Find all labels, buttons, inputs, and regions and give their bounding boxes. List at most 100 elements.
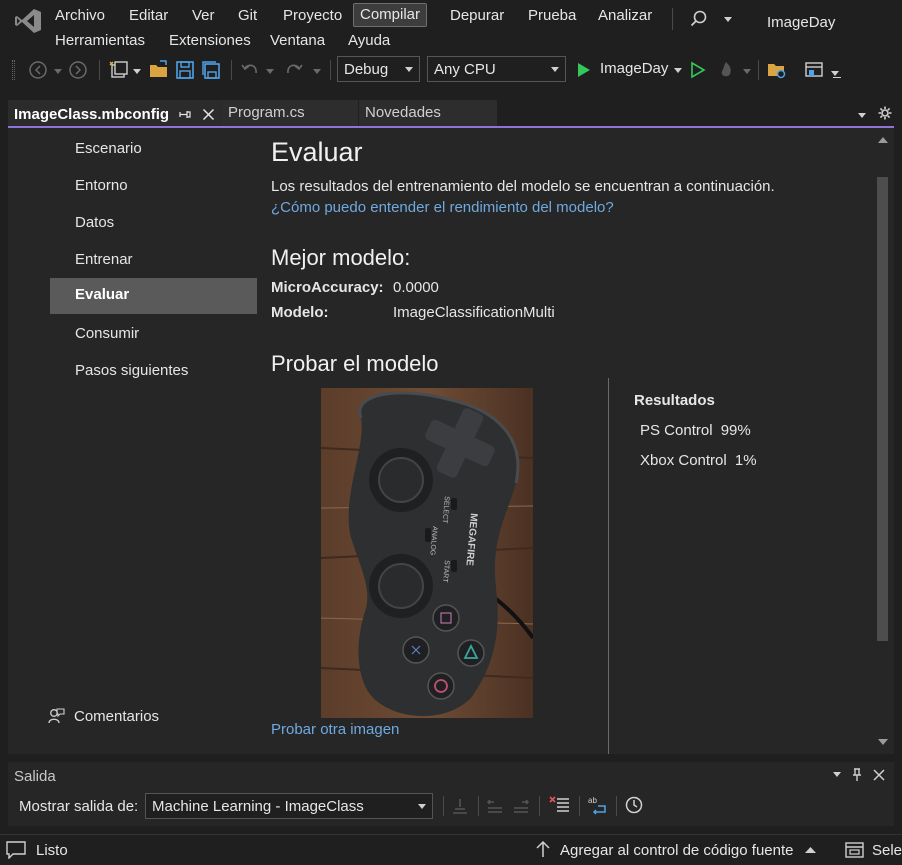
select-repository-button[interactable]: Selec [872, 842, 902, 859]
output-source-value: Machine Learning - ImageClass [152, 797, 364, 815]
tab-label: ImageClass.mbconfig [14, 106, 170, 123]
help-link[interactable]: ¿Cómo puedo entender el rendimiento del … [271, 199, 614, 216]
toolbar-separator [99, 60, 100, 80]
run-start-icon[interactable] [572, 59, 594, 81]
menu-editar[interactable]: Editar [123, 5, 174, 26]
menu-separator [672, 8, 673, 30]
start-without-debugging-icon[interactable] [686, 59, 708, 81]
menu-archivo[interactable]: Archivo [49, 5, 111, 26]
result-item: Xbox Control 1% [640, 452, 757, 469]
pin-icon[interactable] [178, 108, 191, 121]
clock-icon[interactable] [624, 795, 644, 815]
menu-bar: Archivo Editar Ver Git Proyecto Compilar… [0, 0, 902, 54]
output-source-dropdown[interactable]: Machine Learning - ImageClass [145, 793, 433, 819]
scrollbar-thumb[interactable] [877, 177, 888, 641]
new-project-icon[interactable] [107, 59, 129, 81]
search-icon[interactable] [690, 10, 708, 28]
navigate-forward-icon[interactable] [67, 59, 89, 81]
nav-item-escenario[interactable]: Escenario [50, 132, 257, 168]
redo-icon[interactable] [283, 59, 305, 81]
nav-item-consumir[interactable]: Consumir [50, 317, 257, 353]
menu-analizar[interactable]: Analizar [592, 5, 658, 26]
save-all-icon[interactable] [200, 59, 222, 81]
toolbar-separator [478, 796, 479, 816]
menu-prueba[interactable]: Prueba [522, 5, 582, 26]
panel-options-icon[interactable] [833, 772, 841, 777]
new-project-dropdown-icon[interactable] [133, 69, 141, 74]
evaluation-description: Los resultados del entrenamiento del mod… [271, 178, 775, 195]
platform-dropdown[interactable]: Any CPU [427, 56, 566, 82]
word-wrap-icon[interactable]: ab [586, 794, 608, 816]
toolbar-separator [539, 796, 540, 816]
add-to-source-control-button[interactable]: Agregar al control de código fuente [560, 842, 794, 859]
next-message-icon[interactable] [511, 796, 531, 816]
menu-git[interactable]: Git [232, 5, 263, 26]
toolbar-separator [616, 796, 617, 816]
tab-novedades[interactable]: Novedades [359, 100, 497, 126]
toolbar-overflow-icon[interactable] [831, 71, 839, 76]
configuration-value: Debug [344, 60, 389, 78]
model-label: Modelo: [271, 304, 329, 321]
menu-depurar[interactable]: Depurar [444, 5, 510, 26]
scroll-down-icon[interactable] [878, 738, 888, 746]
metric-label: MicroAccuracy: [271, 279, 384, 296]
menu-ventana[interactable]: Ventana [264, 30, 331, 51]
open-folder-icon[interactable] [148, 59, 170, 81]
search-dropdown-icon[interactable] [724, 17, 732, 22]
gear-icon[interactable] [878, 106, 892, 120]
scroll-up-icon[interactable] [878, 136, 888, 144]
app-title: ImageDay [767, 14, 836, 31]
metric-value: 0.0000 [393, 279, 439, 296]
menu-ayuda[interactable]: Ayuda [342, 30, 396, 51]
tab-imageclass-mbconfig[interactable]: ImageClass.mbconfig [8, 100, 222, 126]
model-value: ImageClassificationMulti [393, 304, 555, 321]
close-icon[interactable] [873, 769, 885, 781]
toolbar: Debug Any CPU ImageDay [0, 54, 902, 86]
chevron-up-icon[interactable] [805, 846, 816, 854]
menu-proyecto[interactable]: Proyecto [277, 5, 348, 26]
solution-explorer-icon[interactable] [766, 59, 788, 81]
clear-all-icon[interactable] [549, 794, 571, 816]
nav-item-evaluar[interactable]: Evaluar [50, 278, 257, 314]
undo-icon[interactable] [239, 59, 261, 81]
run-target-dropdown-icon[interactable] [674, 68, 682, 73]
pin-icon[interactable] [851, 768, 863, 782]
nav-item-entrenar[interactable]: Entrenar [50, 243, 257, 279]
result-label: PS Control [640, 422, 713, 439]
window-layout-icon[interactable] [803, 59, 825, 81]
hot-reload-dropdown-icon[interactable] [743, 69, 751, 74]
go-to-location-icon[interactable] [450, 796, 470, 816]
toolbar-grip [12, 60, 15, 80]
redo-dropdown-icon[interactable] [313, 69, 321, 74]
save-icon[interactable] [174, 59, 196, 81]
nav-item-entorno[interactable]: Entorno [50, 169, 257, 205]
menu-ver[interactable]: Ver [186, 5, 221, 26]
model-builder-document: Escenario Entorno Datos Entrenar Evaluar… [8, 128, 894, 754]
tab-list-dropdown-icon[interactable] [858, 113, 866, 118]
try-another-image-link[interactable]: Probar otra imagen [271, 721, 399, 738]
status-message-icon [6, 841, 26, 859]
toolbar-separator [443, 796, 444, 816]
hot-reload-icon[interactable] [715, 59, 737, 81]
toolbar-overflow-bar [833, 77, 841, 78]
navigate-back-icon[interactable] [27, 59, 49, 81]
feedback-link[interactable]: Comentarios [48, 708, 159, 725]
nav-item-pasos-siguientes[interactable]: Pasos siguientes [50, 354, 257, 390]
feedback-icon [48, 708, 65, 724]
menu-herramientas[interactable]: Herramientas [49, 30, 151, 51]
undo-dropdown-icon[interactable] [266, 69, 274, 74]
menu-compilar[interactable]: Compilar [353, 3, 428, 27]
navigate-back-dropdown-icon[interactable] [54, 69, 62, 74]
page-title: Evaluar [271, 137, 363, 167]
status-bar: Listo Agregar al control de código fuent… [0, 834, 902, 865]
nav-item-datos[interactable]: Datos [50, 206, 257, 242]
tab-program-cs[interactable]: Program.cs [222, 100, 358, 126]
previous-message-icon[interactable] [485, 796, 505, 816]
repository-icon[interactable] [845, 841, 864, 859]
results-heading: Resultados [634, 392, 715, 409]
configuration-dropdown[interactable]: Debug [337, 56, 420, 82]
menu-extensiones[interactable]: Extensiones [163, 30, 257, 51]
run-target-label[interactable]: ImageDay [600, 60, 668, 77]
close-icon[interactable] [202, 108, 215, 121]
arrow-up-icon[interactable] [535, 840, 551, 858]
